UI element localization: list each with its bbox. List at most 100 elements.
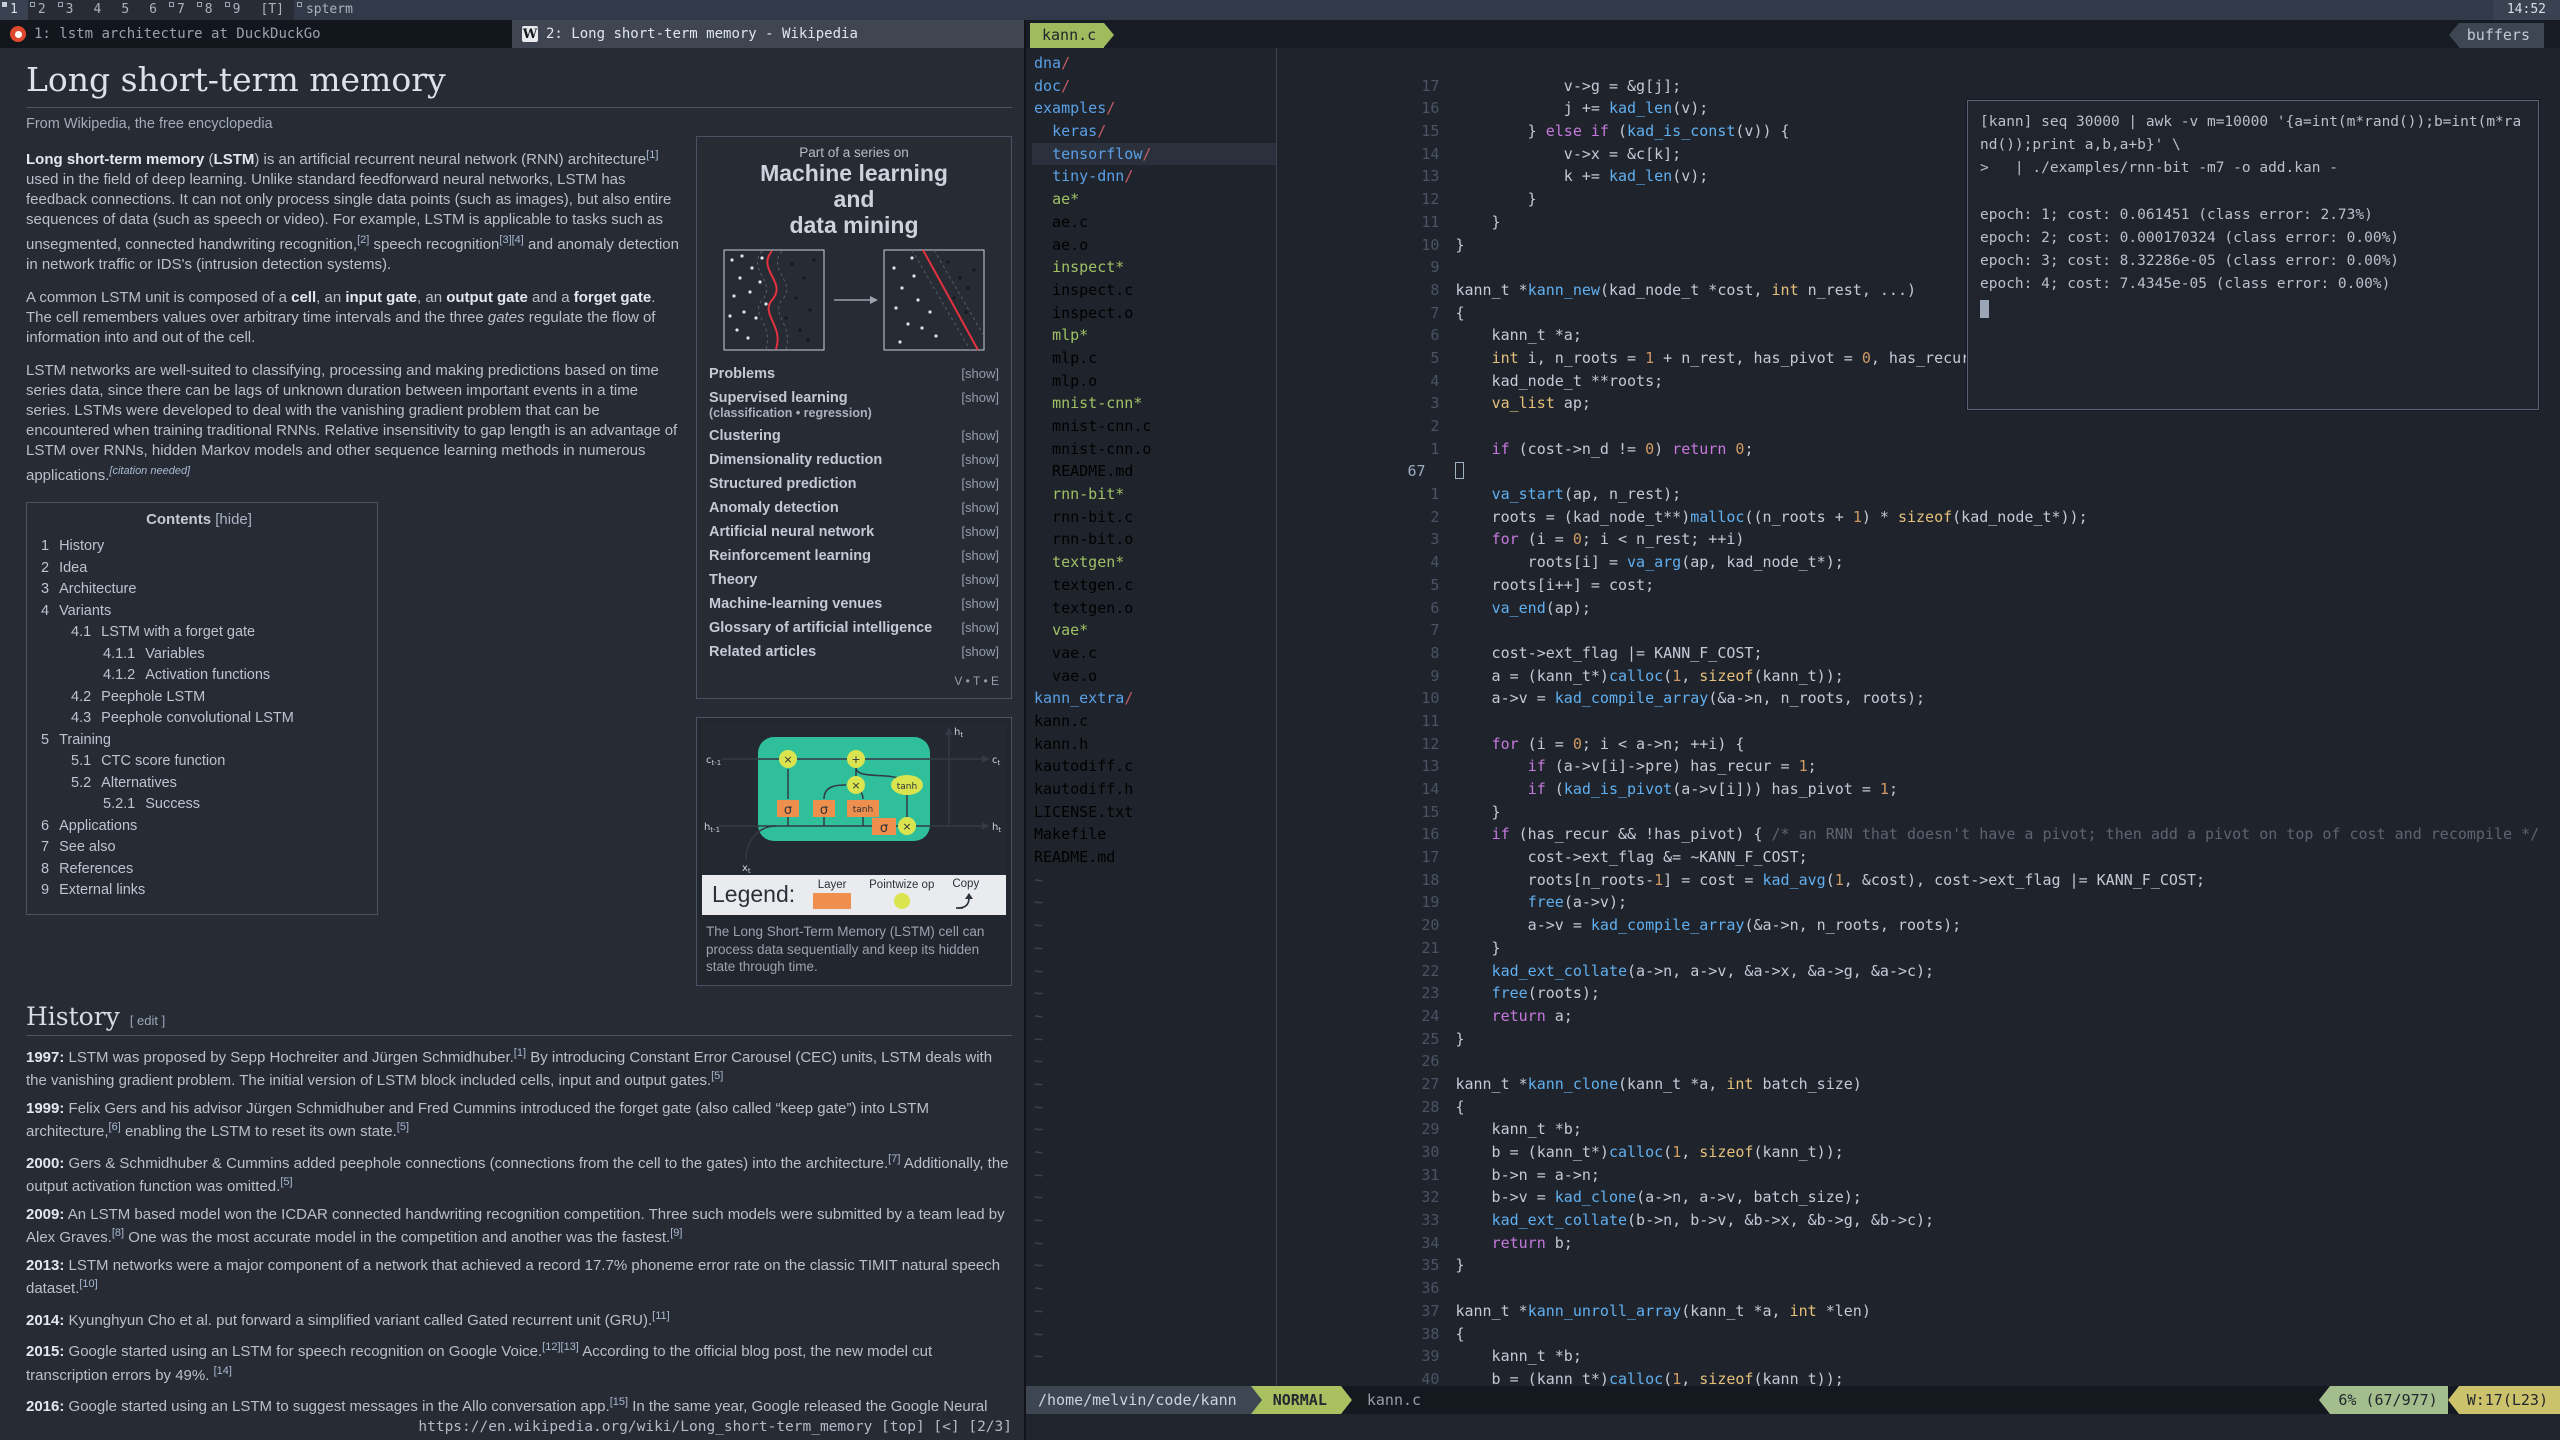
file-tree-item[interactable]: ~	[1032, 1232, 1276, 1255]
infobox-row-label[interactable]: Supervised learning	[709, 390, 955, 406]
workspace-tag[interactable]: 1	[0, 0, 28, 20]
contents-link[interactable]: 5.1 CTC score function	[41, 751, 357, 773]
file-tree-item[interactable]: ~	[1032, 1141, 1276, 1164]
file-tree-item[interactable]: ~	[1032, 1277, 1276, 1300]
show-link[interactable]: [show]	[961, 524, 999, 539]
file-tree-item[interactable]: ~	[1032, 1323, 1276, 1346]
contents-link[interactable]: 3 Architecture	[41, 579, 357, 601]
file-tree-item[interactable]: vae*	[1032, 619, 1276, 642]
file-tree-item[interactable]: README.md	[1032, 846, 1276, 869]
file-tree-item[interactable]: ~	[1032, 960, 1276, 983]
show-link[interactable]: [show]	[961, 500, 999, 515]
file-tree-item[interactable]: ae*	[1032, 188, 1276, 211]
contents-link[interactable]: 4.1 LSTM with a forget gate	[41, 622, 357, 644]
contents-link[interactable]: 4 Variants	[41, 601, 357, 623]
workspace-tag[interactable]: 7	[167, 0, 195, 20]
file-tree-item[interactable]: examples/	[1032, 97, 1276, 120]
show-link[interactable]: [show]	[961, 548, 999, 563]
workspace-tag[interactable]: 4	[83, 0, 111, 20]
contents-link[interactable]: 2 Idea	[41, 558, 357, 580]
file-tree-item[interactable]: ~	[1032, 1050, 1276, 1073]
file-tree-item[interactable]: kautodiff.c	[1032, 755, 1276, 778]
show-link[interactable]: [show]	[961, 428, 999, 443]
edit-link[interactable]: [ edit ]	[130, 1013, 165, 1028]
workspace-tag[interactable]: 8	[195, 0, 223, 20]
browser-tab-duckduckgo[interactable]: 1: lstm architecture at DuckDuckGo	[0, 20, 512, 48]
file-tree-item[interactable]: textgen.o	[1032, 597, 1276, 620]
infobox-row-label[interactable]: Clustering	[709, 428, 955, 444]
file-tree-item[interactable]: LICENSE.txt	[1032, 801, 1276, 824]
contents-link[interactable]: 4.1.2 Activation functions	[41, 665, 357, 687]
contents-link[interactable]: 5 Training	[41, 730, 357, 752]
file-tree-item[interactable]: kann_extra/	[1032, 687, 1276, 710]
file-tree-item[interactable]: mlp.c	[1032, 347, 1276, 370]
file-tree-item[interactable]: rnn-bit.o	[1032, 528, 1276, 551]
file-tree-item[interactable]: textgen.c	[1032, 574, 1276, 597]
wikipedia-page[interactable]: Long short-term memory From Wikipedia, t…	[0, 48, 1024, 1414]
hide-link[interactable]: [hide]	[215, 511, 252, 528]
infobox-row-label[interactable]: Theory	[709, 572, 955, 588]
infobox-row-label[interactable]: Artificial neural network	[709, 524, 955, 540]
file-tree-item[interactable]: ~	[1032, 1254, 1276, 1277]
file-tree-item[interactable]: ~	[1032, 891, 1276, 914]
contents-link[interactable]: 4.2 Peephole LSTM	[41, 687, 357, 709]
show-link[interactable]: [show]	[961, 596, 999, 611]
file-tree-item[interactable]: keras/	[1032, 120, 1276, 143]
file-tree-item[interactable]: mlp*	[1032, 324, 1276, 347]
file-tree-item[interactable]: inspect.c	[1032, 279, 1276, 302]
code-pane[interactable]: 17 v->g = &g[j]; 16 j += kad_len(v); 15 …	[1277, 48, 2560, 1386]
show-link[interactable]: [show]	[961, 390, 999, 405]
file-tree-item[interactable]: ~	[1032, 1028, 1276, 1051]
file-tree-item[interactable]: ae.c	[1032, 211, 1276, 234]
show-link[interactable]: [show]	[961, 644, 999, 659]
show-link[interactable]: [show]	[961, 572, 999, 587]
contents-link[interactable]: 7 See also	[41, 837, 357, 859]
file-tree-item[interactable]: ~	[1032, 1096, 1276, 1119]
show-link[interactable]: [show]	[961, 476, 999, 491]
file-tree-item[interactable]: rnn-bit*	[1032, 483, 1276, 506]
contents-link[interactable]: 6 Applications	[41, 816, 357, 838]
file-tree-item[interactable]: dna/	[1032, 52, 1276, 75]
browser-tab-wikipedia[interactable]: W 2: Long short-term memory - Wikipedia	[512, 20, 1024, 48]
infobox-row-label[interactable]: Problems	[709, 366, 955, 382]
show-link[interactable]: [show]	[961, 366, 999, 381]
contents-link[interactable]: 5.2.1 Success	[41, 794, 357, 816]
workspace-tag[interactable]: 6	[139, 0, 167, 20]
infobox-row-label[interactable]: Dimensionality reduction	[709, 452, 955, 468]
buffer-tab-kann-c[interactable]: kann.c	[1030, 23, 1115, 48]
vte-links[interactable]: V • T • E	[709, 674, 999, 688]
infobox-row-label[interactable]: Machine-learning venues	[709, 596, 955, 612]
floating-terminal[interactable]: [kann] seq 30000 | awk -v m=10000 '{a=in…	[1967, 100, 2539, 410]
lstm-figure[interactable]: × + × tanh × σ σ tanh σ ct-1 ht-1 xt ct …	[696, 717, 1012, 986]
file-tree-item[interactable]: kann.h	[1032, 733, 1276, 756]
file-tree-item[interactable]: mlp.o	[1032, 370, 1276, 393]
file-tree-item[interactable]: rnn-bit.c	[1032, 506, 1276, 529]
file-tree-item[interactable]: ~	[1032, 914, 1276, 937]
show-link[interactable]: [show]	[961, 452, 999, 467]
vim-cmdline[interactable]	[1026, 1414, 2560, 1440]
file-tree-item[interactable]: inspect.o	[1032, 302, 1276, 325]
file-tree-item[interactable]: ~	[1032, 982, 1276, 1005]
contents-link[interactable]: 4.3 Peephole convolutional LSTM	[41, 708, 357, 730]
file-tree-item[interactable]: mnist-cnn*	[1032, 392, 1276, 415]
file-tree-item[interactable]: tensorflow/	[1032, 142, 1276, 166]
infobox-row-label[interactable]: Structured prediction	[709, 476, 955, 492]
file-tree-item[interactable]: ae.o	[1032, 234, 1276, 257]
file-tree-item[interactable]: vae.c	[1032, 642, 1276, 665]
contents-link[interactable]: 5.2 Alternatives	[41, 773, 357, 795]
file-tree-item[interactable]: kautodiff.h	[1032, 778, 1276, 801]
file-tree-item[interactable]: ~	[1032, 1300, 1276, 1323]
file-tree-item[interactable]: Makefile	[1032, 823, 1276, 846]
workspace-tag[interactable]: 3	[56, 0, 84, 20]
file-tree-item[interactable]: ~	[1032, 937, 1276, 960]
file-tree-item[interactable]: kann.c	[1032, 710, 1276, 733]
file-tree-item[interactable]: mnist-cnn.o	[1032, 438, 1276, 461]
infobox-row-label[interactable]: Related articles	[709, 644, 955, 660]
buffers-tab[interactable]: buffers	[2448, 23, 2544, 48]
file-tree-item[interactable]: ~	[1032, 869, 1276, 892]
layout-indicator[interactable]: [T]	[250, 0, 293, 20]
file-tree-item[interactable]: vae.o	[1032, 665, 1276, 688]
file-tree-item[interactable]: inspect*	[1032, 256, 1276, 279]
workspace-tag[interactable]: 9	[223, 0, 251, 20]
file-tree-item[interactable]: textgen*	[1032, 551, 1276, 574]
